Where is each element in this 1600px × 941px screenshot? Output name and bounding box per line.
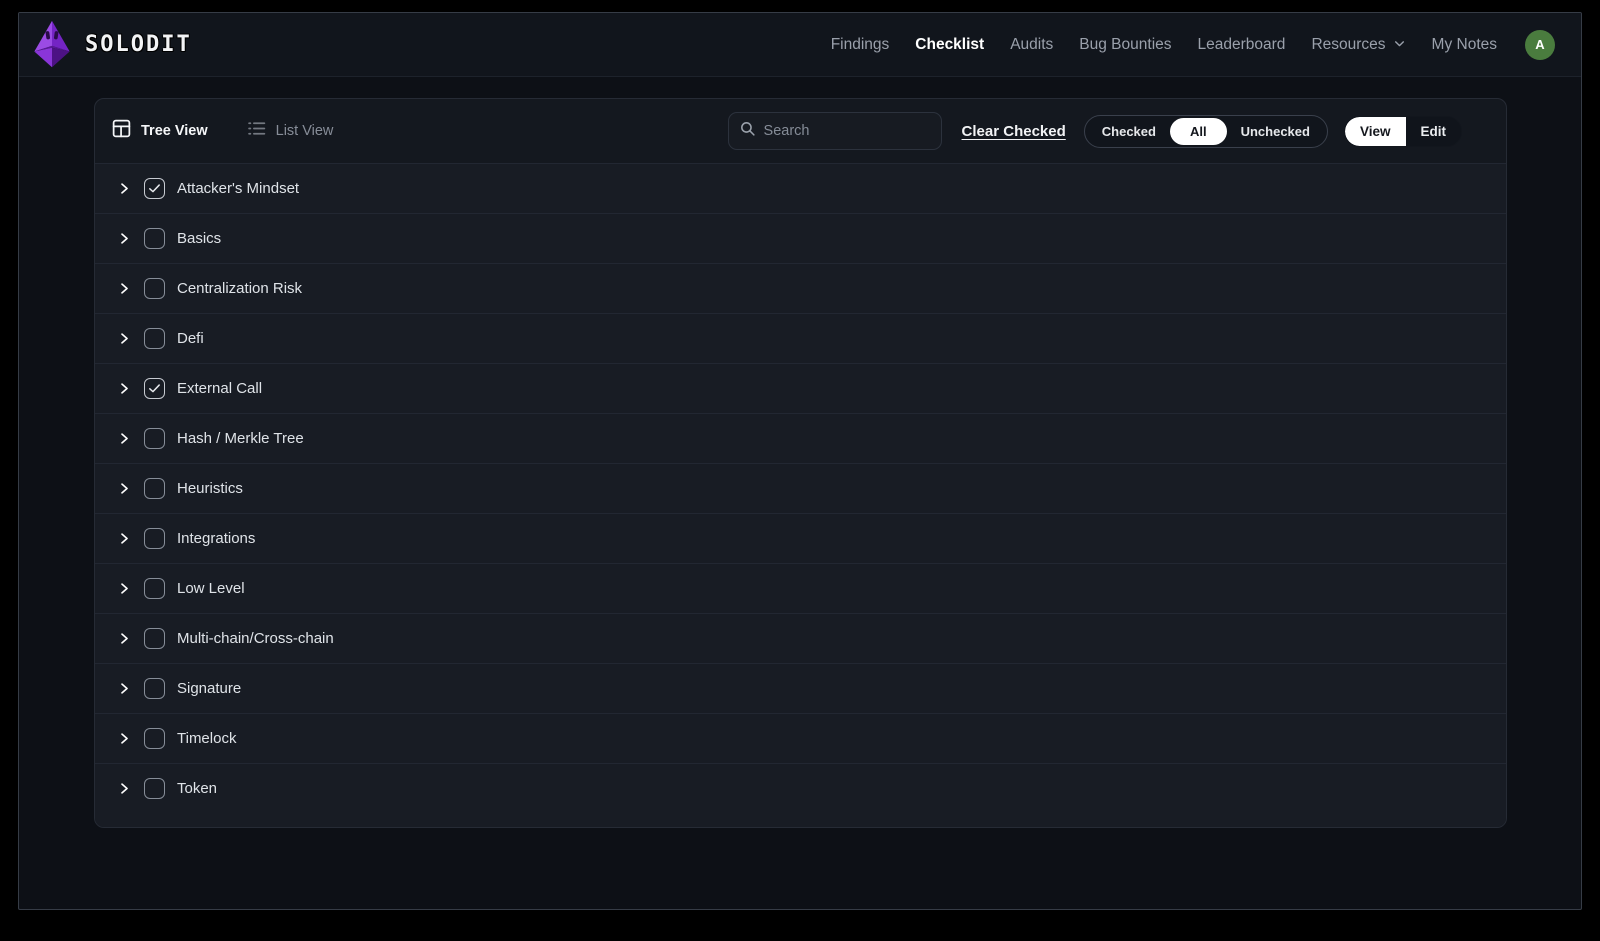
search-icon [739, 120, 756, 142]
nav-item-label: My Notes [1432, 36, 1497, 54]
checklist-row[interactable]: Signature [95, 663, 1506, 713]
checklist-row[interactable]: Heuristics [95, 463, 1506, 513]
chevron-right-icon[interactable] [115, 380, 133, 398]
list-view-label: List View [276, 123, 334, 139]
checkbox-checked[interactable] [144, 378, 165, 399]
checklist-row[interactable]: Token [95, 763, 1506, 813]
checklist-item-label: External Call [177, 380, 262, 397]
nav-item-label: Audits [1010, 36, 1053, 54]
checkbox-unchecked[interactable] [144, 478, 165, 499]
brand-name: SOLODIT [85, 32, 192, 57]
checkbox-unchecked[interactable] [144, 728, 165, 749]
checkbox-unchecked[interactable] [144, 678, 165, 699]
checkbox-unchecked[interactable] [144, 328, 165, 349]
checklist-row[interactable]: Low Level [95, 563, 1506, 613]
checklist-row[interactable]: Timelock [95, 713, 1506, 763]
solodit-logo[interactable]: SOLODIT [29, 19, 192, 71]
nav-item-checklist[interactable]: Checklist [915, 36, 984, 54]
checklist-item-label: Centralization Risk [177, 280, 302, 297]
filter-option-unchecked[interactable]: Unchecked [1227, 118, 1324, 145]
chevron-right-icon[interactable] [115, 530, 133, 548]
checklist-panel: Tree View List View [94, 98, 1507, 828]
chevron-right-icon[interactable] [115, 430, 133, 448]
nav-links: Findings Checklist Audits Bug Bounties Leade… [831, 30, 1555, 60]
checkbox-unchecked[interactable] [144, 228, 165, 249]
filter-option-checked[interactable]: Checked [1088, 118, 1170, 145]
nav-item-label: Leaderboard [1198, 36, 1286, 54]
nav-item-my-notes[interactable]: My Notes [1432, 36, 1497, 54]
nav-item-label: Resources [1311, 36, 1385, 54]
mode-option-view[interactable]: View [1345, 117, 1406, 146]
checklist-row[interactable]: Integrations [95, 513, 1506, 563]
checklist-row[interactable]: Basics [95, 213, 1506, 263]
chevron-right-icon[interactable] [115, 330, 133, 348]
checkbox-unchecked[interactable] [144, 278, 165, 299]
checkbox-unchecked[interactable] [144, 578, 165, 599]
checklist-row[interactable]: Defi [95, 313, 1506, 363]
chevron-right-icon[interactable] [115, 230, 133, 248]
tree-view-label: Tree View [141, 123, 208, 139]
checklist-item-label: Basics [177, 230, 221, 247]
checkbox-unchecked[interactable] [144, 778, 165, 799]
chevron-right-icon[interactable] [115, 730, 133, 748]
checkbox-unchecked[interactable] [144, 428, 165, 449]
chevron-right-icon[interactable] [115, 480, 133, 498]
checklist-row[interactable]: Hash / Merkle Tree [95, 413, 1506, 463]
checkbox-checked[interactable] [144, 178, 165, 199]
filter-option-all[interactable]: All [1170, 118, 1227, 145]
checklist-rows: Attacker's Mindset Basics Centralization R… [95, 163, 1506, 813]
top-navbar: SOLODIT Findings Checklist Audits Bug Bount… [19, 13, 1581, 77]
nav-item-label: Checklist [915, 36, 984, 54]
nav-item-leaderboard[interactable]: Leaderboard [1198, 36, 1286, 54]
checklist-item-label: Defi [177, 330, 204, 347]
checklist-row[interactable]: Multi-chain/Cross-chain [95, 613, 1506, 663]
checklist-item-label: Attacker's Mindset [177, 180, 299, 197]
checklist-row[interactable]: Attacker's Mindset [95, 163, 1506, 213]
list-view-icon [246, 118, 267, 144]
checklist-item-label: Multi-chain/Cross-chain [177, 630, 334, 647]
checklist-row[interactable]: External Call [95, 363, 1506, 413]
chevron-right-icon[interactable] [115, 580, 133, 598]
checklist-item-label: Token [177, 780, 217, 797]
solodit-gem-icon [29, 19, 75, 71]
checklist-item-label: Hash / Merkle Tree [177, 430, 304, 447]
chevron-right-icon[interactable] [115, 630, 133, 648]
checkbox-unchecked[interactable] [144, 628, 165, 649]
tab-tree-view[interactable]: Tree View [111, 118, 208, 144]
checklist-row[interactable]: Centralization Risk [95, 263, 1506, 313]
tab-list-view[interactable]: List View [246, 118, 334, 144]
chevron-right-icon[interactable] [115, 780, 133, 798]
chevron-down-icon [1393, 35, 1406, 55]
search-input[interactable] [764, 123, 931, 139]
nav-item-resources[interactable]: Resources [1311, 35, 1405, 55]
chevron-right-icon[interactable] [115, 180, 133, 198]
chevron-right-icon[interactable] [115, 280, 133, 298]
nav-item-bug-bounties[interactable]: Bug Bounties [1079, 36, 1171, 54]
view-edit-toggle: ViewEdit [1344, 116, 1462, 147]
filter-segmented-control: CheckedAllUnchecked [1084, 115, 1328, 148]
tree-view-icon [111, 118, 132, 144]
mode-option-edit[interactable]: Edit [1406, 117, 1462, 146]
search-box [728, 112, 942, 150]
nav-item-audits[interactable]: Audits [1010, 36, 1053, 54]
checklist-item-label: Signature [177, 680, 241, 697]
checkbox-unchecked[interactable] [144, 528, 165, 549]
checklist-item-label: Timelock [177, 730, 236, 747]
nav-item-findings[interactable]: Findings [831, 36, 890, 54]
nav-item-label: Bug Bounties [1079, 36, 1171, 54]
nav-item-label: Findings [831, 36, 890, 54]
checklist-item-label: Heuristics [177, 480, 243, 497]
checklist-item-label: Low Level [177, 580, 245, 597]
clear-checked-link[interactable]: Clear Checked [962, 123, 1066, 140]
avatar[interactable]: A [1525, 30, 1555, 60]
checklist-item-label: Integrations [177, 530, 255, 547]
chevron-right-icon[interactable] [115, 680, 133, 698]
app-window: SOLODIT Findings Checklist Audits Bug Bount… [18, 12, 1582, 910]
panel-toolbar: Tree View List View [95, 99, 1506, 163]
panel-bottom-pad [95, 813, 1506, 828]
